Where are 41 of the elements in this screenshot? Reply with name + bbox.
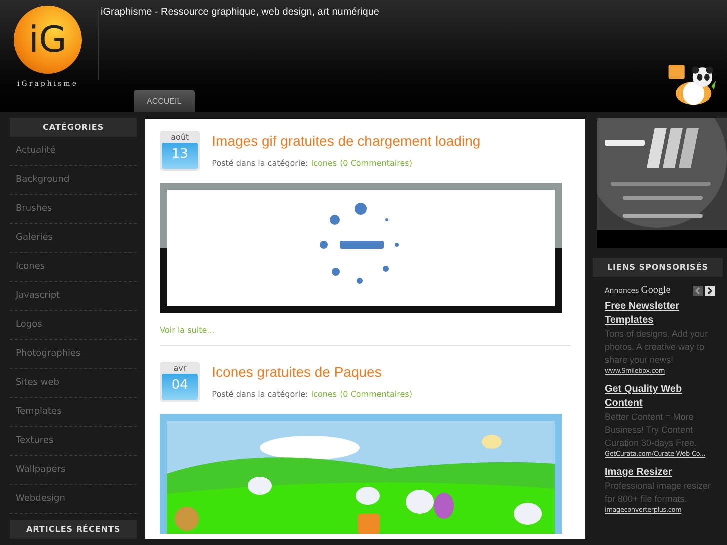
category-link[interactable]: Sites web bbox=[10, 369, 138, 398]
category-link[interactable]: Brushes bbox=[10, 195, 138, 224]
read-more-link[interactable]: Voir la suite... bbox=[160, 326, 571, 335]
date-month: août bbox=[170, 133, 190, 143]
google-label: Google bbox=[641, 285, 671, 296]
category-link[interactable]: Photographies bbox=[10, 340, 138, 369]
date-month: avr bbox=[172, 364, 188, 374]
category-link[interactable]: Logos bbox=[10, 311, 138, 340]
comments-link[interactable]: (0 Commentaires) bbox=[340, 159, 412, 168]
site-tagline: iGraphisme - Ressource graphique, web design, art numérique bbox=[101, 7, 380, 18]
category-link[interactable]: Textures bbox=[10, 427, 138, 456]
category-link[interactable]: Galeries bbox=[10, 224, 138, 253]
logo-mark[interactable]: iG bbox=[14, 6, 82, 74]
category-link[interactable]: Background bbox=[10, 166, 138, 195]
category-link[interactable]: Javascript bbox=[10, 282, 138, 311]
category-link[interactable]: Icones bbox=[10, 253, 138, 282]
section-heading: LIENS SPONSORISÉS bbox=[593, 258, 723, 277]
category-link[interactable]: Wallpapers bbox=[10, 456, 138, 485]
comments-link[interactable]: (0 Commentaires) bbox=[340, 390, 412, 399]
post-title-link[interactable]: Icones gratuites de Paques bbox=[212, 364, 412, 380]
next-icon[interactable] bbox=[705, 286, 715, 296]
category-link[interactable]: Webdesign bbox=[10, 485, 138, 514]
ad-text: Better Content = More Business! Try Content Curation 30-days Free. bbox=[605, 411, 698, 450]
ad-title-link[interactable]: Free Newsletter Templates bbox=[605, 300, 715, 328]
ad-title-link[interactable]: Get Quality Web Content bbox=[605, 383, 715, 411]
section-heading: ARTICLES RÉCENTS bbox=[10, 520, 138, 539]
date-day: 13 bbox=[162, 143, 198, 169]
post-meta: Posté dans la catégorie: bbox=[212, 159, 308, 168]
category-link[interactable]: Icones bbox=[311, 390, 338, 399]
category-link[interactable]: Icones bbox=[311, 159, 338, 168]
category-link[interactable]: Templates bbox=[10, 398, 138, 427]
category-link[interactable]: Actualité bbox=[10, 137, 138, 166]
nav-tab[interactable]: ACCUEIL bbox=[134, 90, 195, 112]
section-heading: CATÉGORIES bbox=[10, 118, 138, 137]
ad-text: Tons of designs. Add your photos. A creative way to share your news! bbox=[605, 328, 710, 367]
ad-title-link[interactable]: Image Resizer bbox=[605, 466, 715, 480]
post-meta: Posté dans la catégorie: bbox=[212, 390, 308, 399]
previous-icon[interactable] bbox=[693, 286, 703, 296]
ad-text: Professional image resizer for 800+ file formats. bbox=[605, 480, 712, 506]
post-title-link[interactable]: Images gif gratuites de chargement loading bbox=[212, 133, 481, 149]
date-day: 04 bbox=[162, 374, 198, 400]
